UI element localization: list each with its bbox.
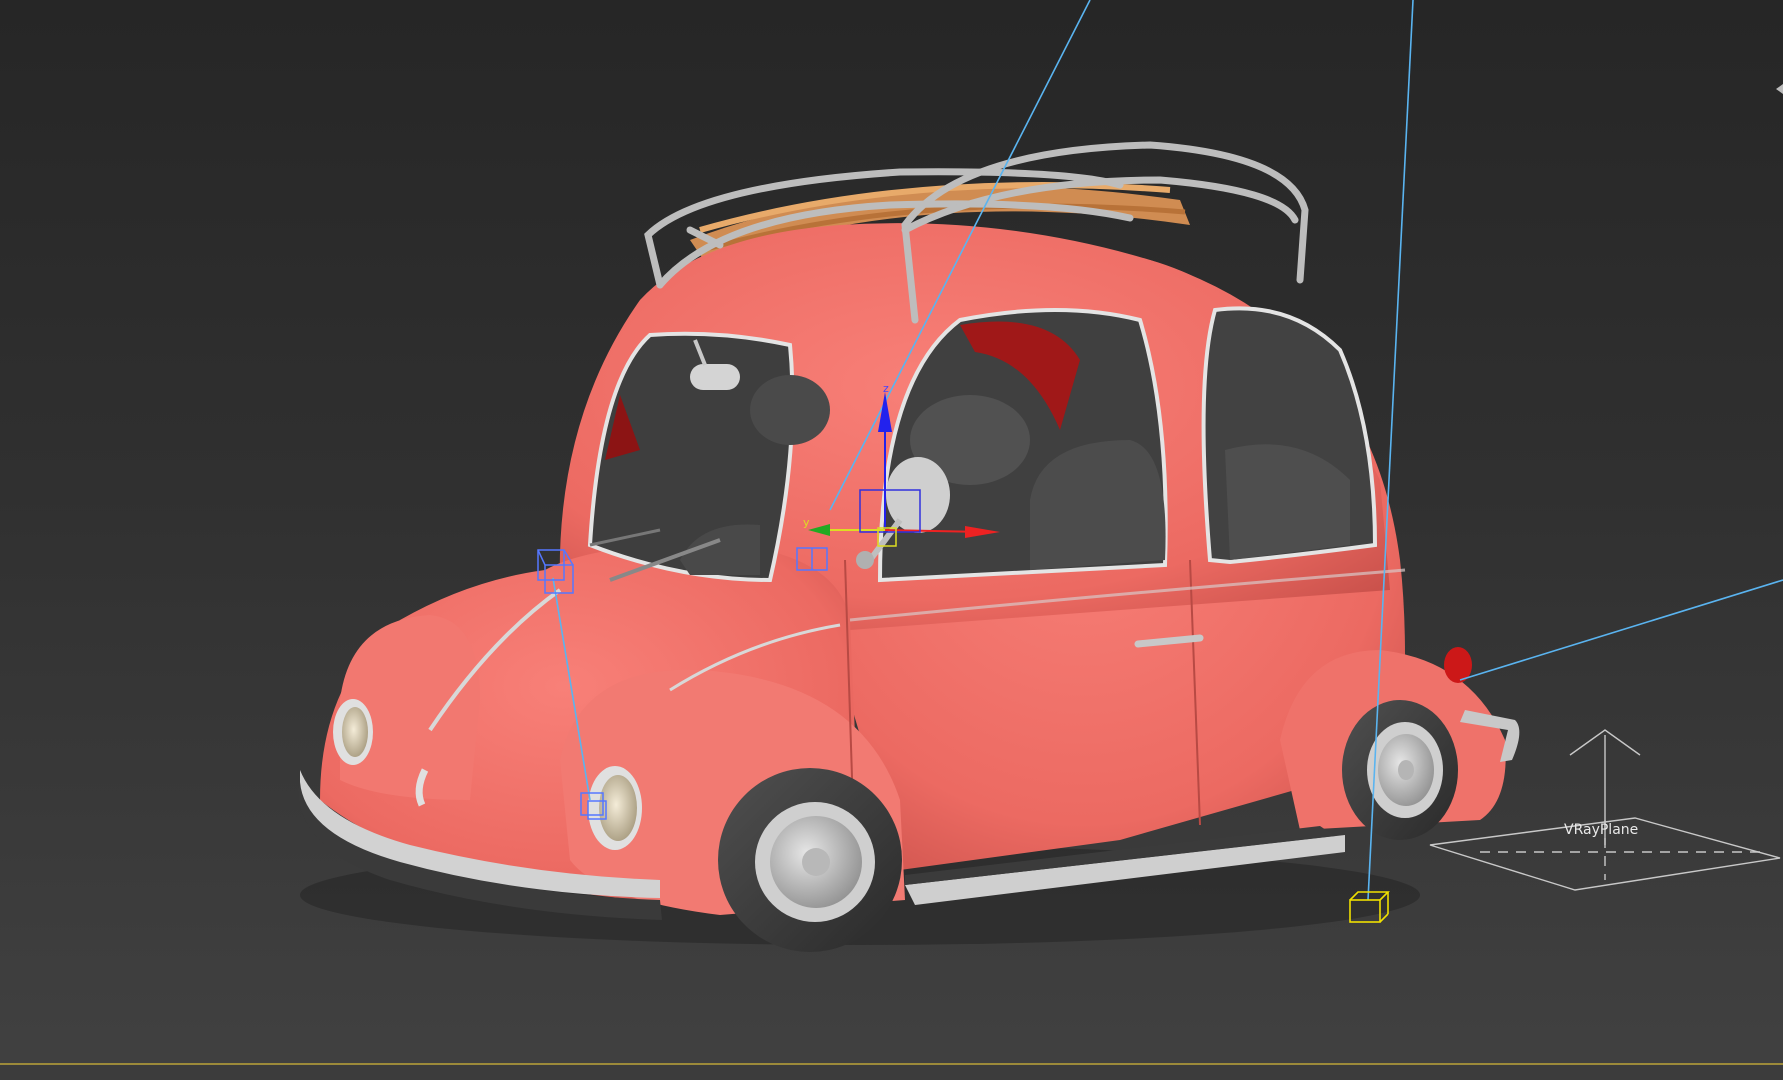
- rear-wheel[interactable]: [1342, 700, 1458, 840]
- right-headlight[interactable]: [588, 766, 642, 850]
- viewport-scene[interactable]: z y: [0, 0, 1783, 1080]
- vray-plane-label[interactable]: VRayPlane: [1564, 822, 1638, 838]
- front-wheel[interactable]: [718, 768, 902, 952]
- svg-text:y: y: [803, 516, 810, 529]
- left-headlight[interactable]: [333, 699, 373, 765]
- viewport-bottom-border: [0, 1063, 1783, 1080]
- svg-text:z: z: [883, 382, 889, 395]
- viewport-edge-arrow-icon[interactable]: [1776, 84, 1783, 94]
- 3d-viewport[interactable]: z y VRayPlane: [0, 0, 1783, 1080]
